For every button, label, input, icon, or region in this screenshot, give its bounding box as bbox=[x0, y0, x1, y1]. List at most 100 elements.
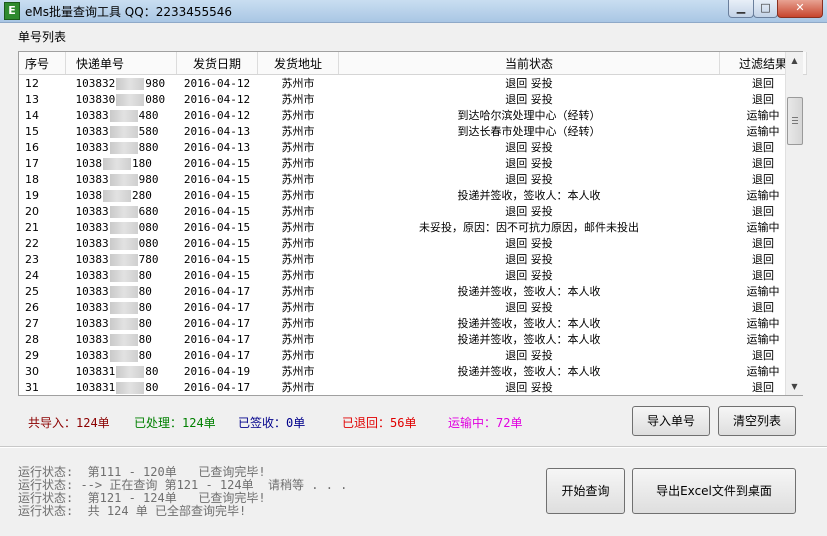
cell-current-status: 投递并签收，签收人：本人收 bbox=[457, 333, 601, 346]
cell-ship-address: 苏州市 bbox=[281, 269, 315, 282]
cell-seq: 20 bbox=[25, 204, 39, 218]
table-row[interactable]: 24 10383 80 2016-04-15 苏州市 退回 妥投 退回 bbox=[19, 267, 807, 283]
cell-ship-address: 苏州市 bbox=[281, 77, 315, 90]
cell-seq: 26 bbox=[25, 300, 39, 314]
table-row[interactable]: 26 10383 80 2016-04-17 苏州市 退回 妥投 退回 bbox=[19, 299, 807, 315]
table-row[interactable]: 21 10383 080 2016-04-15 苏州市 未妥投，原因：因不可抗力原因，邮件… bbox=[19, 219, 807, 235]
tracking-no-suffix: 680 bbox=[138, 204, 159, 218]
cell-ship-address: 苏州市 bbox=[281, 301, 315, 314]
cell-current-status: 退回 妥投 bbox=[505, 93, 553, 106]
table-row[interactable]: 28 10383 80 2016-04-17 苏州市 投递并签收，签收人：本人收 运输中 bbox=[19, 331, 807, 347]
table-row[interactable]: 31 103831 80 2016-04-17 苏州市 退回 妥投 退回 bbox=[19, 379, 807, 395]
tracking-no-suffix: 80 bbox=[145, 364, 159, 378]
cell-seq: 12 bbox=[25, 76, 39, 90]
start-query-button[interactable]: 开始查询 bbox=[546, 468, 625, 514]
stat-in-transit: 运输中：72单 bbox=[448, 416, 523, 430]
tracking-no-prefix: 1038 bbox=[75, 156, 103, 170]
export-excel-button[interactable]: 导出Excel文件到桌面 bbox=[632, 468, 796, 514]
column-header-ship-date[interactable]: 发货日期 bbox=[176, 52, 258, 75]
cell-current-status: 退回 妥投 bbox=[505, 381, 553, 394]
group-label-tracking-list: 单号列表 bbox=[18, 30, 67, 44]
cell-seq: 30 bbox=[25, 364, 39, 378]
table-row[interactable]: 15 10383 580 2016-04-13 苏州市 到达长春市处理中心（经转） 运输中 bbox=[19, 123, 807, 139]
cell-ship-date: 2016-04-15 bbox=[183, 268, 251, 282]
column-header-tracking-no[interactable]: 快递单号 bbox=[65, 52, 177, 75]
tracking-no-suffix: 480 bbox=[138, 108, 159, 122]
table-row[interactable]: 22 10383 080 2016-04-15 苏州市 退回 妥投 退回 bbox=[19, 235, 807, 251]
table-row[interactable]: 17 1038 180 2016-04-15 苏州市 退回 妥投 退回 bbox=[19, 155, 807, 171]
scroll-thumb[interactable] bbox=[787, 97, 803, 145]
cell-current-status: 到达哈尔滨处理中心（经转） bbox=[457, 109, 601, 122]
table-row[interactable]: 18 10383 980 2016-04-15 苏州市 退回 妥投 退回 bbox=[19, 171, 807, 187]
cell-current-status: 退回 妥投 bbox=[505, 205, 553, 218]
table-row[interactable]: 29 10383 80 2016-04-17 苏州市 退回 妥投 退回 bbox=[19, 347, 807, 363]
tracking-no-suffix: 080 bbox=[138, 220, 159, 234]
tracking-no-suffix: 80 bbox=[138, 316, 152, 330]
table-row[interactable]: 14 10383 480 2016-04-12 苏州市 到达哈尔滨处理中心（经转） 运输中 bbox=[19, 107, 807, 123]
cell-seq: 29 bbox=[25, 348, 39, 362]
cell-ship-address: 苏州市 bbox=[281, 237, 315, 250]
cell-tracking-no: 10383 880 bbox=[66, 139, 177, 155]
column-header-ship-address[interactable]: 发货地址 bbox=[257, 52, 339, 75]
cell-tracking-no: 10383 80 bbox=[66, 315, 177, 331]
cell-current-status: 退回 妥投 bbox=[505, 173, 553, 186]
cell-seq: 21 bbox=[25, 220, 39, 234]
cell-tracking-no: 10383 480 bbox=[66, 107, 177, 123]
scroll-down-arrow-icon[interactable]: ▼ bbox=[786, 378, 803, 395]
cell-current-status: 退回 妥投 bbox=[505, 141, 553, 154]
table-header-row: 序号 快递单号 发货日期 发货地址 当前状态 过滤结果 bbox=[19, 52, 807, 75]
tracking-no-suffix: 80 bbox=[138, 268, 152, 282]
table-row[interactable]: 16 10383 880 2016-04-13 苏州市 退回 妥投 退回 bbox=[19, 139, 807, 155]
import-button[interactable]: 导入单号 bbox=[632, 406, 710, 436]
tracking-no-prefix: 10383 bbox=[75, 236, 109, 250]
tracking-no-suffix: 180 bbox=[132, 156, 152, 170]
cell-current-status: 投递并签收，签收人：本人收 bbox=[457, 365, 601, 378]
minimize-button[interactable]: ▁ bbox=[728, 0, 754, 18]
tracking-no-prefix: 10383 bbox=[75, 252, 109, 266]
cell-ship-date: 2016-04-15 bbox=[183, 236, 251, 250]
close-button[interactable]: ✕ bbox=[777, 0, 823, 18]
cell-seq: 14 bbox=[25, 108, 39, 122]
cell-ship-date: 2016-04-17 bbox=[183, 300, 251, 314]
table-row[interactable]: 20 10383 680 2016-04-15 苏州市 退回 妥投 退回 bbox=[19, 203, 807, 219]
redaction-blur bbox=[109, 253, 138, 266]
tracking-no-prefix: 103832 bbox=[75, 76, 116, 90]
table-row[interactable]: 25 10383 80 2016-04-17 苏州市 投递并签收，签收人：本人收 运输中 bbox=[19, 283, 807, 299]
tracking-table: 序号 快递单号 发货日期 发货地址 当前状态 过滤结果 12 103832 980 2… bbox=[19, 52, 807, 395]
cell-tracking-no: 10383 080 bbox=[66, 219, 177, 235]
tracking-no-suffix: 980 bbox=[138, 172, 159, 186]
table-row[interactable]: 12 103832 980 2016-04-12 苏州市 退回 妥投 退回 bbox=[19, 75, 807, 92]
table-row[interactable]: 19 1038 280 2016-04-15 苏州市 投递并签收，签收人：本人收 运输中 bbox=[19, 187, 807, 203]
table-row[interactable]: 27 10383 80 2016-04-17 苏州市 投递并签收，签收人：本人收 运输中 bbox=[19, 315, 807, 331]
cell-tracking-no: 10383 80 bbox=[66, 299, 177, 315]
tracking-no-prefix: 10383 bbox=[75, 140, 109, 154]
column-header-seq[interactable]: 序号 bbox=[19, 52, 66, 75]
cell-tracking-no: 103831 80 bbox=[66, 363, 177, 379]
cell-tracking-no: 103830 080 bbox=[66, 91, 177, 107]
scroll-up-arrow-icon[interactable]: ▲ bbox=[786, 52, 803, 69]
app-icon: E bbox=[4, 2, 20, 20]
cell-current-status: 投递并签收，签收人：本人收 bbox=[457, 285, 601, 298]
clear-list-button[interactable]: 清空列表 bbox=[718, 406, 796, 436]
cell-current-status: 退回 妥投 bbox=[505, 237, 553, 250]
cell-ship-date: 2016-04-17 bbox=[183, 380, 251, 394]
cell-seq: 18 bbox=[25, 172, 39, 186]
tracking-list[interactable]: 序号 快递单号 发货日期 发货地址 当前状态 过滤结果 12 103832 980 2… bbox=[18, 51, 807, 396]
cell-ship-date: 2016-04-17 bbox=[183, 284, 251, 298]
column-header-current-status[interactable]: 当前状态 bbox=[338, 52, 720, 75]
grip-line bbox=[792, 123, 798, 124]
table-row[interactable]: 23 10383 780 2016-04-15 苏州市 退回 妥投 退回 bbox=[19, 251, 807, 267]
vertical-scrollbar[interactable]: ▲ ▼ bbox=[785, 52, 803, 395]
cell-current-status: 退回 妥投 bbox=[505, 253, 553, 266]
cell-tracking-no: 10383 580 bbox=[66, 123, 177, 139]
title-bar[interactable]: E eMs批量查询工具 QQ：2233455546 ▁ □ ✕ bbox=[0, 0, 827, 23]
grip-line bbox=[792, 120, 798, 121]
maximize-button[interactable]: □ bbox=[753, 0, 778, 18]
stat-returned: 已退回：56单 bbox=[342, 416, 417, 430]
redaction-blur bbox=[103, 157, 131, 170]
cell-tracking-no: 10383 80 bbox=[66, 347, 177, 363]
table-row[interactable]: 13 103830 080 2016-04-12 苏州市 退回 妥投 退回 bbox=[19, 91, 807, 107]
cell-ship-date: 2016-04-17 bbox=[183, 316, 251, 330]
tracking-no-suffix: 80 bbox=[145, 380, 159, 394]
table-row[interactable]: 30 103831 80 2016-04-19 苏州市 投递并签收，签收人：本人收 运输中 bbox=[19, 363, 807, 379]
